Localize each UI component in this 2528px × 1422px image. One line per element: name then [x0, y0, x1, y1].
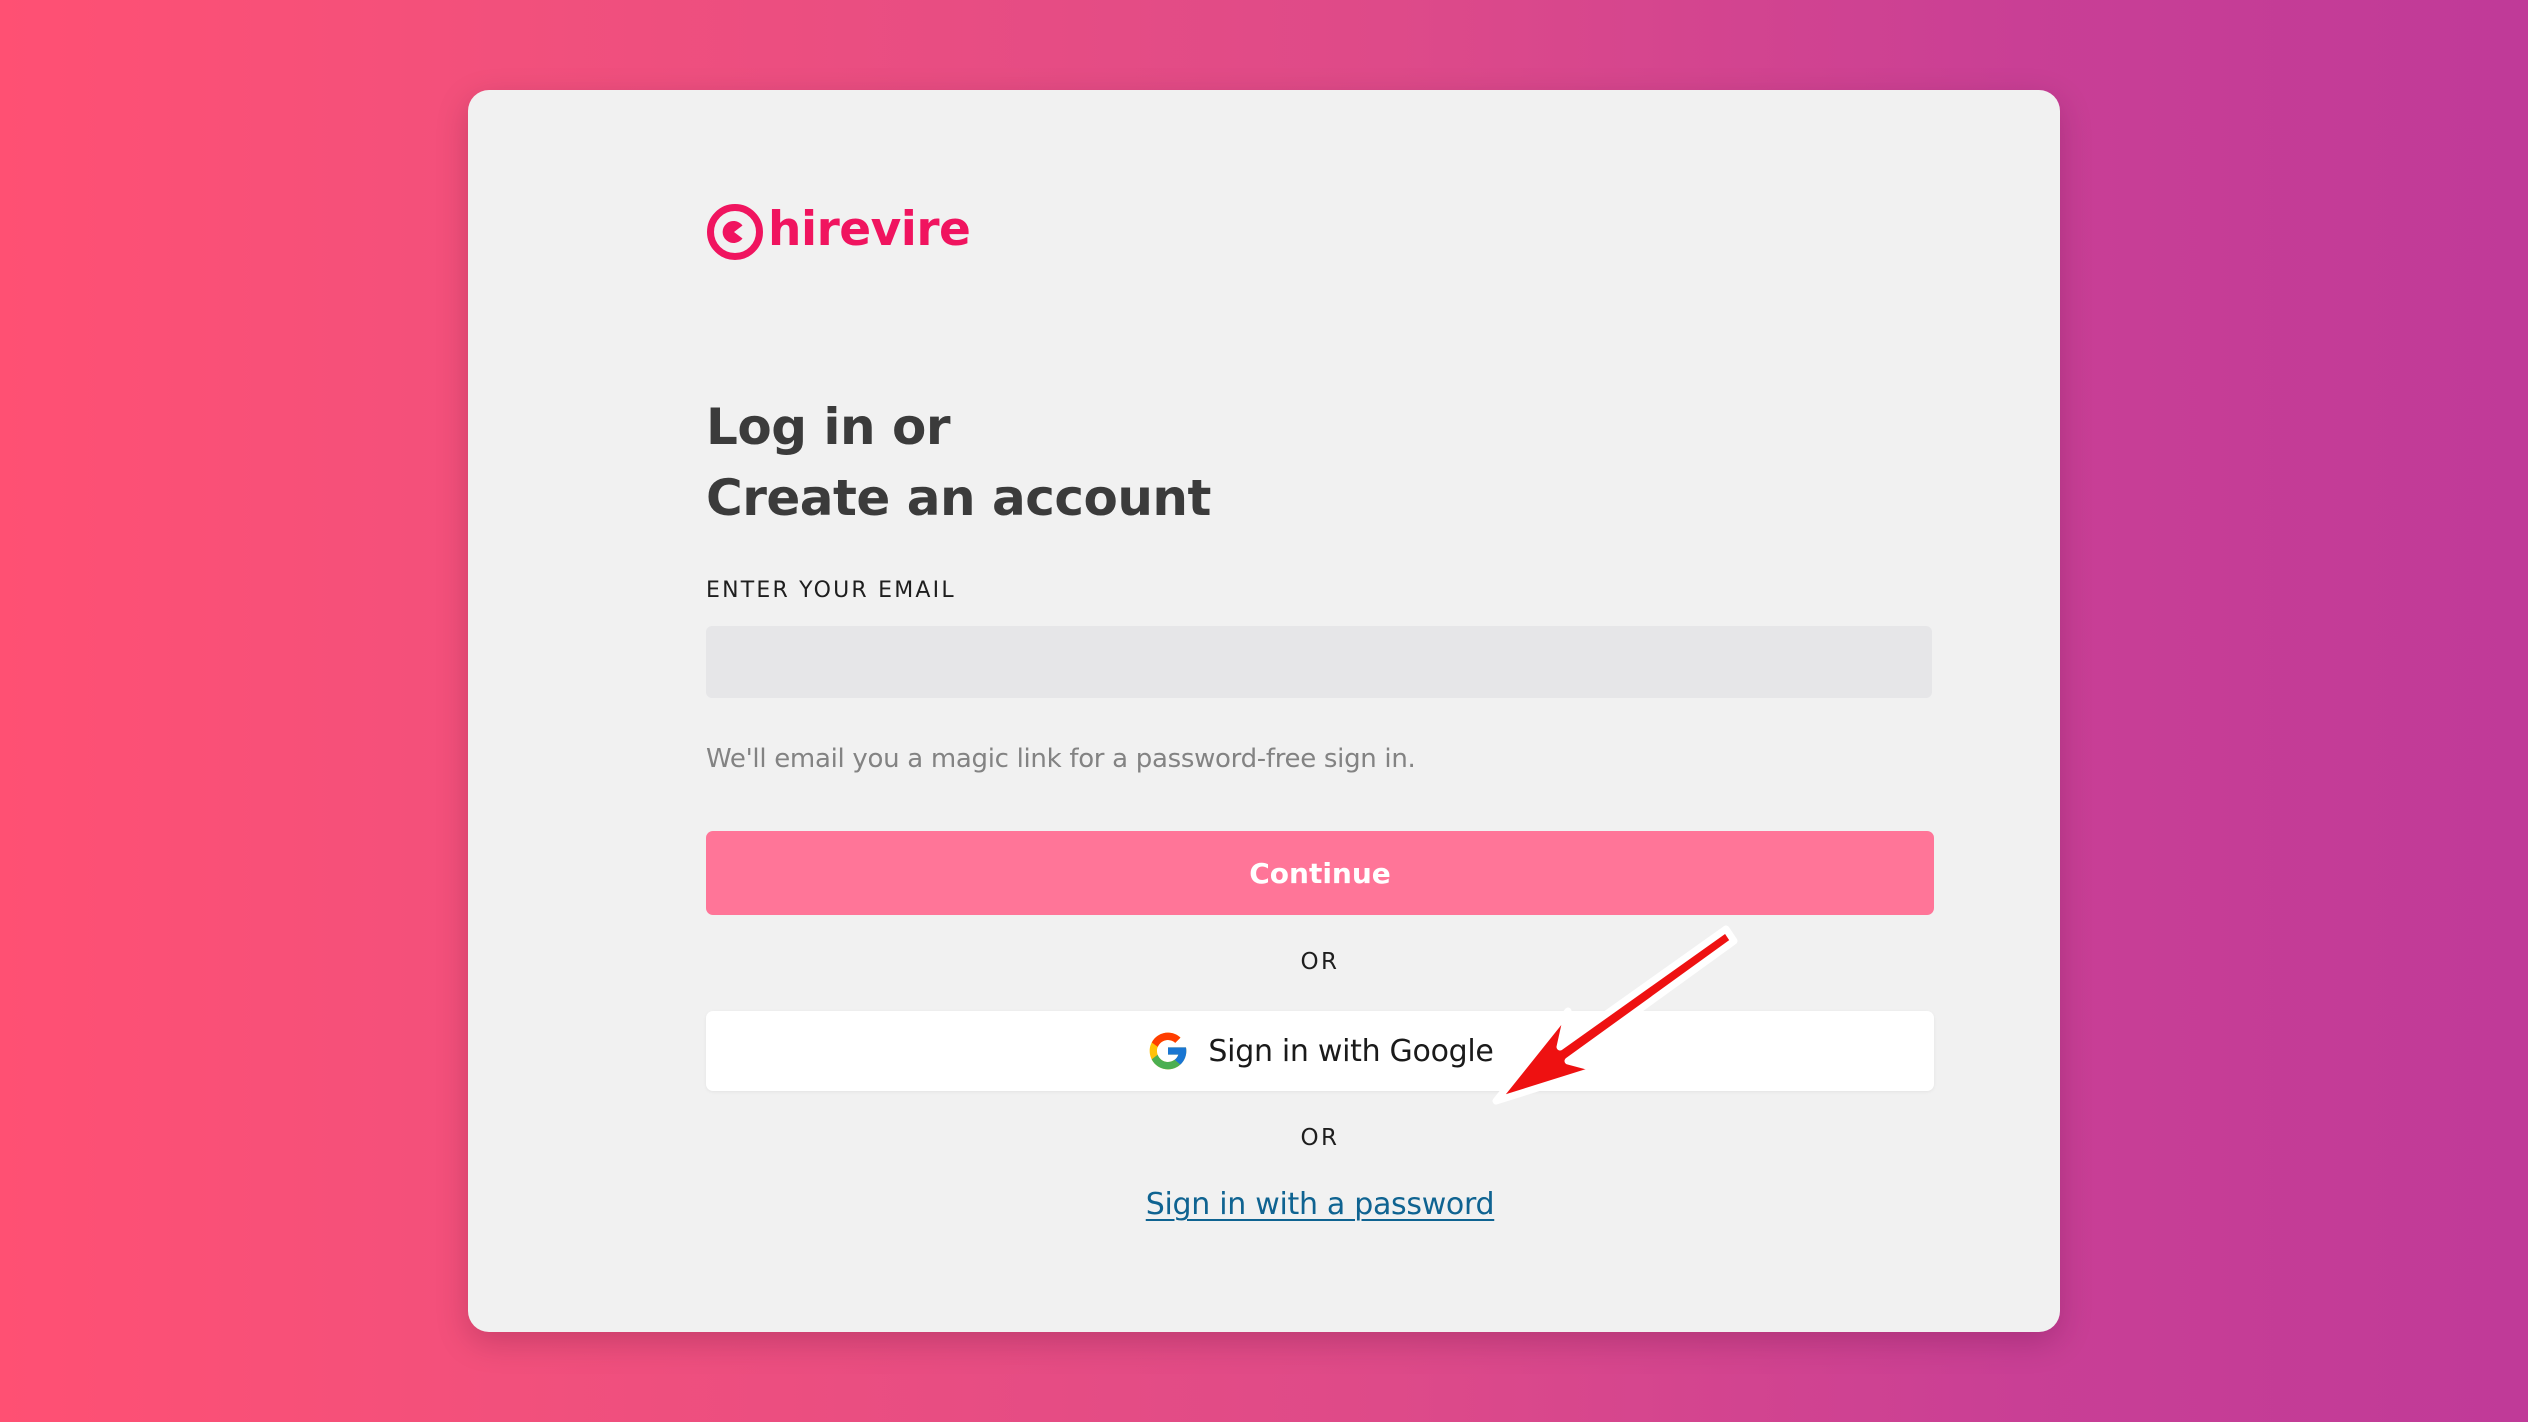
brand-logo[interactable]: hirevire [706, 201, 971, 262]
login-card: hirevire Log in or Create an account ENT… [468, 90, 2060, 1332]
email-field[interactable] [706, 626, 1932, 698]
google-g-icon [1150, 1032, 1187, 1070]
brand-name: hirevire [768, 201, 971, 257]
page-title: Log in or Create an account [706, 392, 1211, 534]
password-link-row: Sign in with a password [706, 1187, 1934, 1222]
or-divider-1: OR [1300, 949, 1340, 975]
magic-link-hint: We'll email you a magic link for a passw… [706, 744, 1416, 774]
sign-in-with-password-link[interactable]: Sign in with a password [1146, 1187, 1495, 1222]
or-divider-2: OR [1300, 1125, 1340, 1151]
google-sign-in-button[interactable]: Sign in with Google [706, 1011, 1934, 1091]
google-sign-in-label: Sign in with Google [1208, 1033, 1494, 1069]
email-label: ENTER YOUR EMAIL [706, 578, 956, 603]
page-title-line-2: Create an account [706, 469, 1211, 527]
continue-button[interactable]: Continue [706, 831, 1934, 915]
page-title-line-1: Log in or [706, 398, 951, 456]
hirevire-logo-icon [707, 204, 763, 260]
